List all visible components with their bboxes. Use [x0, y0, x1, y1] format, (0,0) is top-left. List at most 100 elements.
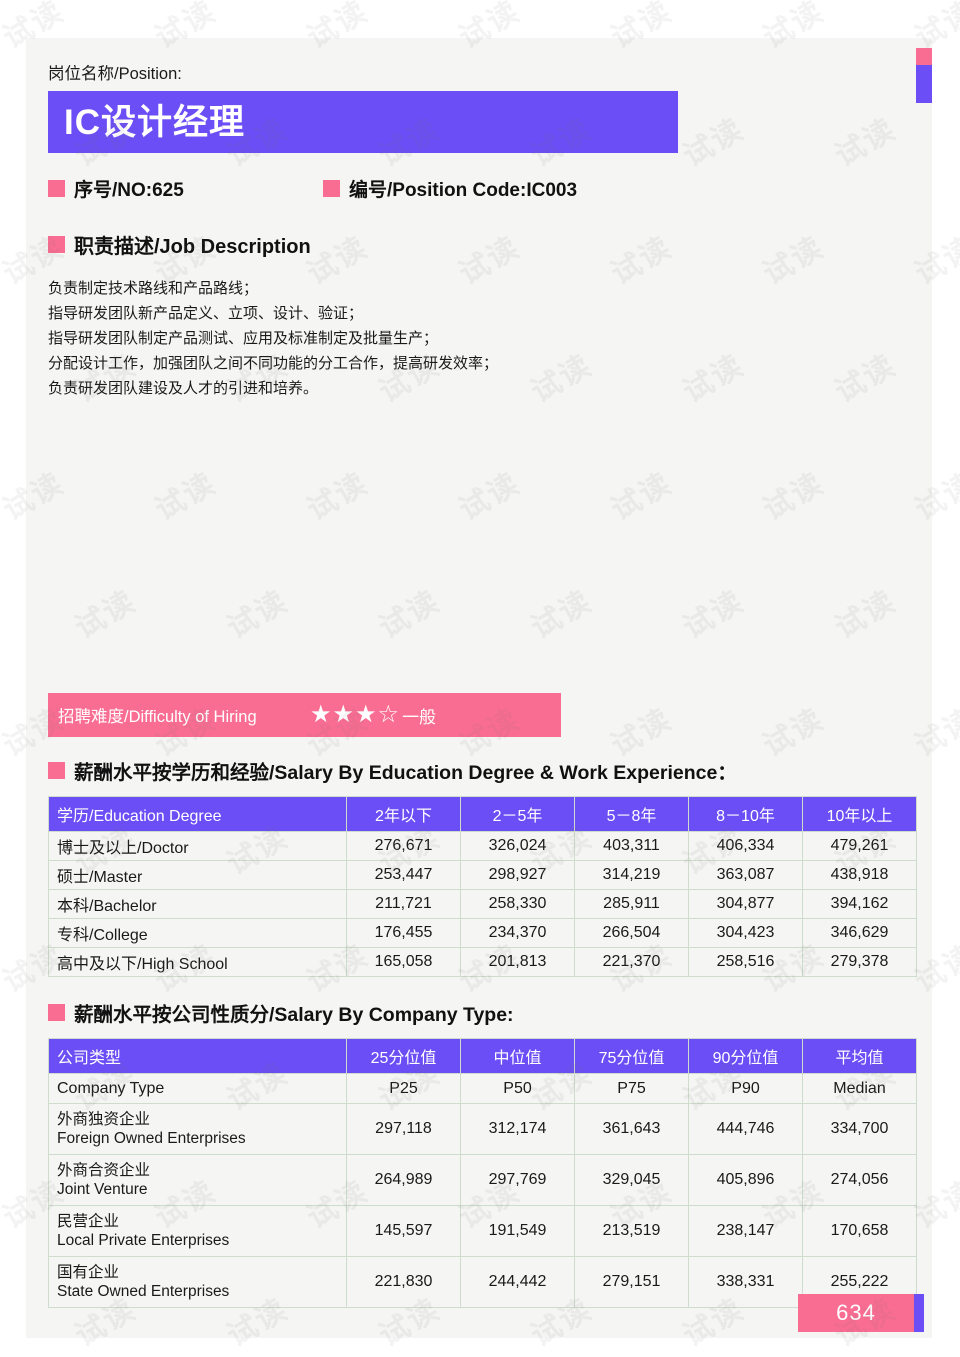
column-header-exp-3: 5－8年 — [574, 796, 689, 832]
cell-value: 338,331 — [688, 1256, 803, 1308]
cell-value: 264,989 — [346, 1154, 461, 1206]
cell-value: 438,918 — [802, 860, 917, 890]
subheader-value: P50 — [460, 1073, 575, 1104]
job-description-heading-text: 职责描述/Job Description — [74, 236, 311, 258]
row-label: 博士及以上/Doctor — [48, 831, 347, 861]
cell-value: 363,087 — [688, 860, 803, 890]
cell-value: 361,643 — [574, 1103, 689, 1155]
table-row: 外商合资企业 Joint Venture 264,989 297,769 329… — [48, 1154, 917, 1206]
table-row: 国有企业 State Owned Enterprises 221,830 244… — [48, 1256, 917, 1308]
salary-by-education-table: 学历/Education Degree 2年以下 2－5年 5－8年 8－10年… — [48, 796, 917, 977]
cell-value: 312,174 — [460, 1103, 575, 1155]
job-description-body: 负责制定技术路线和产品路线； 指导研发团队新产品定义、立项、设计、验证； 指导研… — [48, 276, 910, 401]
column-header-average: 平均值 — [802, 1038, 917, 1074]
subheader-label: Company Type — [48, 1073, 347, 1104]
job-description-heading: 职责描述/Job Description — [48, 230, 910, 259]
cell-value: 170,658 — [802, 1205, 917, 1257]
row-label-cn: 外商独资企业 — [57, 1111, 151, 1128]
job-description-line: 指导研发团队新产品定义、立项、设计、验证； — [48, 305, 364, 322]
cell-value: 266,504 — [574, 918, 689, 948]
salary-by-company-type-section: 薪酬水平按公司性质分/Salary By Company Type: 公司类型 … — [48, 998, 917, 1308]
page-badge-purple-cap — [914, 1294, 924, 1332]
job-description-line: 负责制定技术路线和产品路线； — [48, 280, 259, 297]
row-label: 高中及以下/High School — [48, 947, 347, 977]
pink-square-bullet-icon — [48, 1004, 65, 1021]
position-meta-row: 序号/NO:625 编号/Position Code:IC003 — [48, 175, 910, 202]
pink-square-bullet-icon — [48, 180, 65, 197]
salary-by-company-type-heading-text: 薪酬水平按公司性质分/Salary By Company Type: — [74, 1004, 514, 1026]
column-header-exp-5: 10年以上 — [802, 796, 917, 832]
cell-value: 334,700 — [802, 1103, 917, 1155]
row-label: 专科/College — [48, 918, 347, 948]
salary-by-company-type-heading: 薪酬水平按公司性质分/Salary By Company Type: — [48, 998, 916, 1027]
cell-value: 479,261 — [802, 831, 917, 861]
job-description-line: 负责研发团队建设及人才的引进和培养。 — [48, 380, 319, 397]
cell-value: 304,877 — [688, 889, 803, 919]
cell-value: 314,219 — [574, 860, 689, 890]
cell-value: 165,058 — [346, 947, 461, 977]
page-number: 634 — [836, 1300, 876, 1325]
column-header-exp-2: 2－5年 — [460, 796, 575, 832]
position-no: 序号/NO:625 — [48, 175, 323, 202]
column-header-p75: 75分位值 — [574, 1038, 689, 1074]
page-number-badge: 634 — [798, 1294, 924, 1332]
cell-value: 234,370 — [460, 918, 575, 948]
corner-bar-purple-segment — [916, 65, 932, 103]
subheader-value: Median — [802, 1073, 917, 1104]
salary-by-education-heading-text: 薪酬水平按学历和经验/Salary By Education Degree & … — [74, 762, 737, 784]
position-code-label: 编号/Position Code:IC003 — [349, 180, 578, 201]
difficulty-star-rating-icon: ★★★☆ — [310, 701, 401, 728]
column-header-p90: 90分位值 — [688, 1038, 803, 1074]
cell-value: 394,162 — [802, 889, 917, 919]
table-row: 专科/College 176,455 234,370 266,504 304,4… — [48, 918, 917, 948]
column-header-exp-1: 2年以下 — [346, 796, 461, 832]
salary-by-company-type-table: 公司类型 25分位值 中位值 75分位值 90分位值 平均值 Company T… — [48, 1038, 917, 1308]
table-header-row: 公司类型 25分位值 中位值 75分位值 90分位值 平均值 — [48, 1038, 917, 1074]
cell-value: 297,118 — [346, 1103, 461, 1155]
table-row: 硕士/Master 253,447 298,927 314,219 363,08… — [48, 860, 917, 890]
position-title: IC设计经理 — [64, 102, 246, 142]
table-subheader-row: Company Type P25 P50 P75 P90 Median — [48, 1073, 917, 1104]
difficulty-rating-text: 一般 — [402, 707, 437, 727]
row-label-cn: 国有企业 — [57, 1264, 120, 1281]
cell-value: 285,911 — [574, 889, 689, 919]
cell-value: 406,334 — [688, 831, 803, 861]
pink-square-bullet-icon — [48, 236, 65, 253]
cell-value: 258,516 — [688, 947, 803, 977]
cell-value: 244,442 — [460, 1256, 575, 1308]
cell-value: 279,378 — [802, 947, 917, 977]
cell-value: 279,151 — [574, 1256, 689, 1308]
cell-value: 326,024 — [460, 831, 575, 861]
table-row: 外商独资企业 Foreign Owned Enterprises 297,118… — [48, 1103, 917, 1155]
row-label-en: Foreign Owned Enterprises — [57, 1130, 246, 1147]
row-label: 外商合资企业 Joint Venture — [48, 1154, 347, 1206]
content-surface: 岗位名称/Position: IC设计经理 序号/NO:625 编号/Posit… — [26, 38, 932, 1338]
row-label: 外商独资企业 Foreign Owned Enterprises — [48, 1103, 347, 1155]
subheader-value: P75 — [574, 1073, 689, 1104]
difficulty-label: 招聘难度/Difficulty of Hiring — [58, 708, 257, 726]
corner-bar-pink-segment — [916, 48, 932, 65]
row-label: 民营企业 Local Private Enterprises — [48, 1205, 347, 1257]
position-title-bar: IC设计经理 — [48, 91, 678, 153]
position-label: 岗位名称/Position: — [48, 65, 182, 83]
table-row: 本科/Bachelor 211,721 258,330 285,911 304,… — [48, 889, 917, 919]
cell-value: 304,423 — [688, 918, 803, 948]
table-header-row: 学历/Education Degree 2年以下 2－5年 5－8年 8－10年… — [48, 796, 917, 832]
row-label-cn: 外商合资企业 — [57, 1162, 151, 1179]
column-header-p50: 中位值 — [460, 1038, 575, 1074]
column-header-p25: 25分位值 — [346, 1038, 461, 1074]
cell-value: 191,549 — [460, 1205, 575, 1257]
cell-value: 329,045 — [574, 1154, 689, 1206]
row-label: 国有企业 State Owned Enterprises — [48, 1256, 347, 1308]
position-code: 编号/Position Code:IC003 — [323, 175, 577, 202]
cell-value: 213,519 — [574, 1205, 689, 1257]
cell-value: 276,671 — [346, 831, 461, 861]
row-label-en: State Owned Enterprises — [57, 1283, 230, 1300]
column-header-degree: 学历/Education Degree — [48, 796, 347, 832]
cell-value: 274,056 — [802, 1154, 917, 1206]
salary-by-education-heading: 薪酬水平按学历和经验/Salary By Education Degree & … — [48, 756, 916, 785]
cell-value: 405,896 — [688, 1154, 803, 1206]
document-page: 岗位名称/Position: IC设计经理 序号/NO:625 编号/Posit… — [0, 0, 960, 1357]
difficulty-of-hiring-bar: 招聘难度/Difficulty of Hiring ★★★☆ 一般 — [48, 693, 561, 737]
row-label-en: Joint Venture — [57, 1181, 148, 1198]
